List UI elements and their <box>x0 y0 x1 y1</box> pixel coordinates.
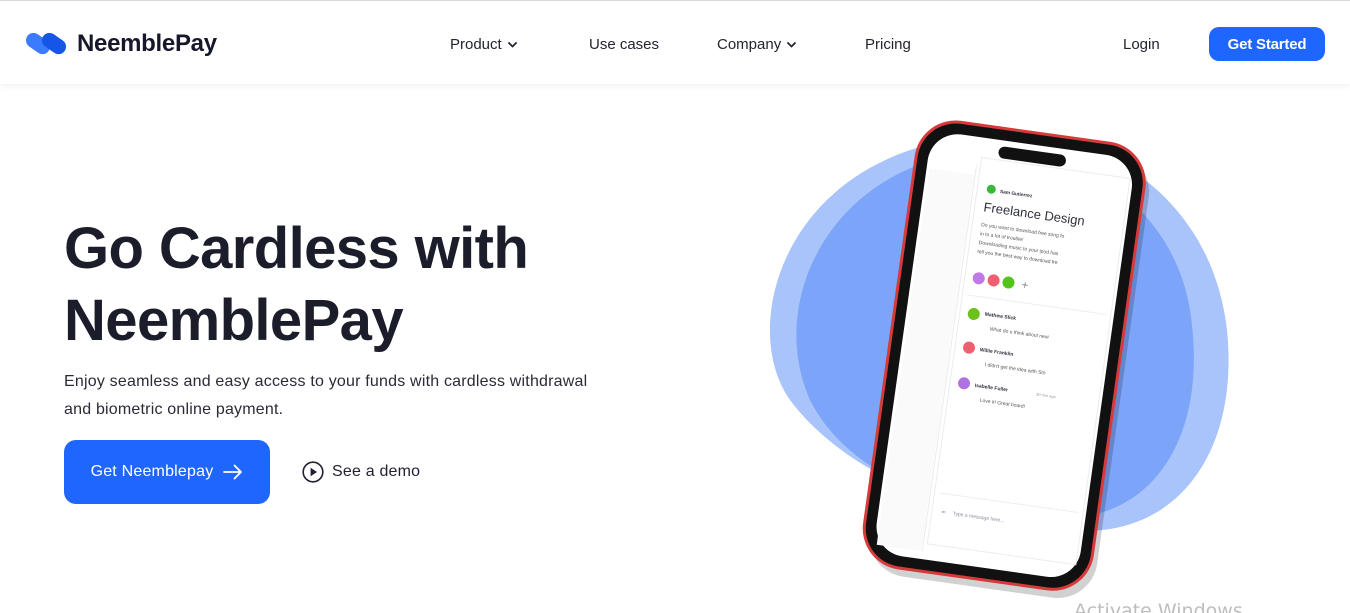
get-neemblepay-label: Get Neemblepay <box>90 463 214 480</box>
arrow-right-icon <box>223 464 243 480</box>
hero-subtitle-line: and biometric online payment. <box>64 401 284 418</box>
chevron-down-icon <box>787 41 797 47</box>
nav-item-label: Product <box>450 35 502 53</box>
play-circle-icon <box>302 461 324 483</box>
login-link[interactable]: Login <box>1123 31 1160 57</box>
hero-title-line: Go Cardless with <box>64 216 529 281</box>
phone-mockup-illustration: Sam Gutierrez Freelance Design Do you wa… <box>769 120 1229 599</box>
nav-item-pricing[interactable]: Pricing <box>865 31 911 57</box>
primary-nav: Product Use cases Company Pricing Login <box>0 31 1350 57</box>
add-participant-icon: + <box>1021 280 1030 291</box>
hero-subtitle-line: Enjoy seamless and easy access to your f… <box>64 373 588 390</box>
nav-item-company[interactable]: Company <box>717 31 797 57</box>
top-navbar: NeemblePay Product Use cases Company Pri… <box>0 0 1350 84</box>
attach-icon: ∞ <box>940 508 946 516</box>
nav-item-product[interactable]: Product <box>450 31 518 57</box>
get-neemblepay-button[interactable]: Get Neemblepay <box>64 440 270 504</box>
hero-subtitle: Enjoy seamless and easy access to your f… <box>64 368 664 424</box>
see-demo-link[interactable]: See a demo <box>302 460 420 484</box>
hero-title: Go Cardless with NeemblePay <box>64 213 624 357</box>
activate-windows-watermark: Activate Windows <box>1074 600 1243 613</box>
nav-item-label: Company <box>717 35 782 53</box>
get-started-button[interactable]: Get Started <box>1209 27 1325 61</box>
nav-item-label: Use cases <box>589 35 660 53</box>
hero-title-line: NeemblePay <box>64 288 404 353</box>
chevron-down-icon <box>507 41 517 47</box>
nav-item-use-cases[interactable]: Use cases <box>589 31 659 57</box>
nav-item-label: Pricing <box>865 35 911 53</box>
hero-illustration: Sam Gutierrez Freelance Design Do you wa… <box>740 100 1260 613</box>
see-demo-label: See a demo <box>332 463 421 480</box>
